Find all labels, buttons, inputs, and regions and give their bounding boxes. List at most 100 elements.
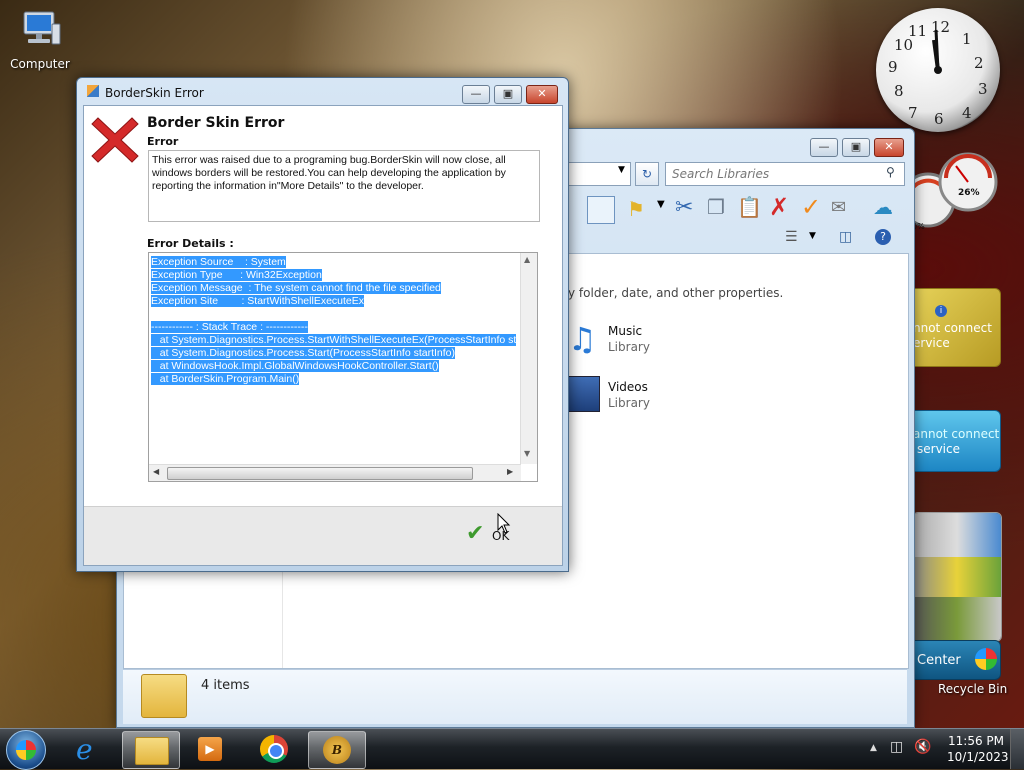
gadget-error-text: service [917, 442, 960, 456]
tray-time[interactable]: 11:56 PM [948, 734, 1004, 748]
close-button[interactable]: ✕ [874, 138, 904, 157]
info-icon: i [935, 305, 947, 317]
globe-icon[interactable]: ☁ [873, 195, 893, 219]
windows-logo-icon [16, 740, 36, 760]
details-line: Exception Type : Win32Exception [151, 269, 322, 281]
checkmark-icon[interactable]: ✓ [801, 193, 821, 221]
library-item-name: Music [608, 324, 643, 338]
taskbar-media-player[interactable]: ▶ [182, 731, 238, 767]
app-icon [87, 85, 99, 97]
desktop-icon-label: Computer [10, 57, 70, 71]
taskbar: e ▶ B ▲ ◫ 🔇 11:56 PM 10/1/2023 [0, 728, 1024, 770]
dialog-heading: Border Skin Error [147, 115, 285, 131]
minimize-button[interactable]: — [810, 138, 838, 157]
details-line: at BorderSkin.Program.Main() [151, 373, 300, 385]
taskbar-ie[interactable]: e [62, 731, 118, 767]
details-line: at System.Diagnostics.Process.StartWithS… [151, 334, 517, 346]
close-button[interactable]: ✕ [526, 85, 558, 104]
music-library-icon: ♫ [568, 320, 597, 358]
item-count: 4 items [201, 678, 250, 693]
preview-pane-toggle-icon[interactable]: ◫ [839, 229, 852, 245]
clock-hands-icon [932, 29, 942, 74]
error-details-textbox[interactable]: Exception Source : System Exception Type… [148, 252, 538, 482]
delete-icon[interactable]: ✗ [769, 193, 789, 221]
library-item-type: Library [608, 396, 650, 410]
error-details-label: Error Details : [147, 237, 234, 250]
chevron-down-icon: ▼ [618, 165, 625, 175]
borderskin-icon: B [323, 736, 351, 764]
folder-icon [135, 737, 169, 765]
search-input[interactable]: Search Libraries ⚲ [665, 162, 905, 186]
library-item-name: Videos [608, 380, 648, 394]
details-line: at WindowsHook.Impl.GlobalWindowsHookCon… [151, 360, 439, 372]
media-center-label: Center [917, 653, 961, 668]
show-hidden-icons-icon[interactable]: ▲ [870, 743, 877, 753]
preview-pane-icon[interactable] [587, 196, 615, 224]
puzzle-gadget[interactable] [912, 512, 1002, 642]
cut-icon[interactable]: ✂ [675, 195, 693, 220]
vertical-scrollbar[interactable]: ▲ ▼ [520, 253, 537, 464]
search-placeholder: Search Libraries [672, 167, 770, 181]
libraries-folder-icon [141, 674, 187, 718]
gadget-error-text: nnot connect [913, 321, 992, 335]
taskbar-explorer[interactable] [122, 731, 180, 769]
computer-icon [0, 10, 80, 53]
maximize-button[interactable]: ▣ [494, 85, 522, 104]
scroll-up-icon[interactable]: ▲ [524, 255, 530, 264]
windows-logo-icon [975, 648, 997, 670]
show-desktop-button[interactable] [1010, 729, 1024, 769]
folder-pin-icon[interactable]: ⚑ [627, 197, 645, 221]
paste-icon[interactable]: 📋 [737, 195, 762, 219]
gadget-error-text: ervice [913, 336, 950, 350]
media-center-gadget[interactable]: Center [906, 640, 1001, 680]
address-bar[interactable]: ▼ [567, 162, 631, 186]
dialog-subheading: Error [147, 135, 179, 148]
details-line: Exception Source : System [151, 256, 286, 268]
start-button[interactable] [6, 730, 46, 770]
scroll-right-icon[interactable]: ▶ [507, 467, 513, 476]
search-icon: ⚲ [886, 165, 895, 179]
media-player-icon: ▶ [198, 737, 222, 761]
view-options-icon[interactable]: ☰ [785, 229, 798, 245]
error-message: This error was raised due to a programin… [148, 150, 540, 222]
details-line: at System.Diagnostics.Process.Start(Proc… [151, 347, 456, 359]
refresh-icon[interactable]: ↻ [635, 162, 659, 186]
tray-date[interactable]: 10/1/2023 [947, 750, 1009, 764]
weather-gadget[interactable]: i nnot connect ervice [906, 288, 1001, 367]
copy-icon[interactable]: ❐ [707, 195, 725, 219]
dialog-body: Border Skin Error Error This error was r… [83, 105, 563, 566]
details-line: ------------ : Stack Trace : -----------… [151, 321, 308, 333]
horizontal-scrollbar[interactable]: ◀ ▶ [149, 464, 521, 481]
toolbar: ⚑ ▼ ✂ ❐ 📋 ✗ ✓ ✉ ☁ [567, 193, 909, 225]
error-dialog[interactable]: BorderSkin Error — ▣ ✕ Border Skin Error… [76, 77, 569, 572]
scroll-down-icon[interactable]: ▼ [524, 449, 530, 458]
taskbar-chrome[interactable] [246, 731, 302, 767]
maximize-button[interactable]: ▣ [842, 138, 870, 157]
scroll-thumb[interactable] [167, 467, 473, 480]
volume-muted-icon[interactable]: 🔇 [914, 739, 931, 755]
dialog-button-bar: ✔ OK [84, 506, 562, 565]
details-pane: 4 items [123, 669, 907, 724]
library-item-music[interactable]: ♫ Music Library [568, 320, 708, 364]
view-bar: ☰ ▼ ◫ ? [567, 225, 909, 253]
details-line: Exception Message : The system cannot fi… [151, 282, 441, 294]
email-icon[interactable]: ✉ [831, 197, 846, 218]
error-x-icon [91, 117, 139, 163]
scroll-left-icon[interactable]: ◀ [153, 467, 159, 476]
library-item-videos[interactable]: Videos Library [568, 376, 708, 420]
desktop-icon-computer[interactable]: Computer [0, 10, 80, 71]
clock-gadget[interactable]: 12 1 2 3 4 5 6 7 8 9 10 11 [876, 8, 1000, 132]
minimize-button[interactable]: — [462, 85, 490, 104]
chevron-down-icon[interactable]: ▼ [657, 199, 665, 210]
chevron-down-icon[interactable]: ▼ [809, 231, 816, 241]
feed-gadget[interactable]: annot connect service [906, 410, 1001, 472]
gadget-error-text: annot connect [913, 427, 1000, 441]
help-icon[interactable]: ? [875, 229, 891, 245]
internet-explorer-icon: e [76, 733, 93, 766]
network-icon[interactable]: ◫ [890, 739, 903, 755]
desktop-icon-label: Recycle Bin [938, 682, 1008, 696]
library-hint-text: y folder, date, and other properties. [568, 286, 784, 300]
videos-library-icon [568, 376, 600, 412]
desktop-icon-recycle-bin[interactable]: Recycle Bin [938, 682, 1007, 696]
taskbar-borderskin[interactable]: B [308, 731, 366, 769]
